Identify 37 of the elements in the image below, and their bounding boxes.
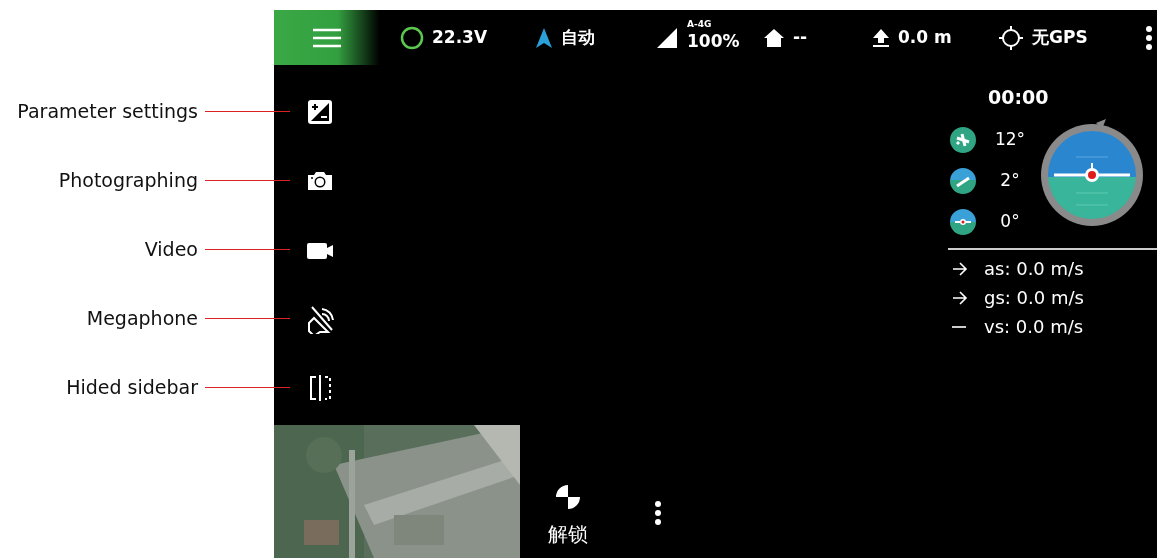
dash-icon	[952, 325, 966, 328]
menu-icon	[313, 27, 341, 48]
annotation-label: Video	[144, 237, 198, 263]
network-type: A-4G	[687, 20, 713, 30]
more-button[interactable]	[654, 500, 662, 526]
timer: 00:00	[988, 85, 1050, 109]
navigation-arrow-icon	[535, 26, 553, 49]
home-icon	[763, 27, 785, 48]
angle-value: 12°	[993, 127, 1027, 151]
upload-icon	[872, 27, 890, 48]
unlock-button[interactable]: 解锁	[542, 482, 594, 550]
annotation-label: Parameter settings	[17, 99, 198, 125]
signal-icon	[655, 26, 679, 49]
annotation-label: Photographing	[58, 168, 198, 194]
signal-strength: 100%	[687, 30, 740, 54]
plane-icon	[950, 126, 976, 153]
annotation-label: Megaphone	[86, 306, 198, 332]
menu-button[interactable]	[274, 10, 380, 65]
annotation-label: Hided sidebar	[66, 375, 198, 401]
crosshair-icon	[998, 24, 1024, 51]
battery-voltage: 22.3V	[432, 25, 488, 49]
more-button[interactable]	[1145, 24, 1153, 51]
arrow-right-icon	[952, 261, 968, 276]
pitch-icon	[950, 167, 976, 194]
battery-ring-icon	[400, 25, 424, 50]
speed-reading: as: 0.0 m/s	[984, 257, 1084, 281]
gps-status: 无GPS	[1032, 25, 1088, 49]
flight-mode: 自动	[561, 25, 595, 49]
angle-value: 2°	[999, 168, 1021, 192]
home-distance: --	[793, 25, 808, 49]
propeller-icon	[554, 483, 582, 511]
speed-reading: gs: 0.0 m/s	[984, 286, 1084, 310]
angle-value: 0°	[999, 209, 1021, 233]
arrow-right-icon	[952, 290, 968, 305]
speed-reading: vs: 0.0 m/s	[984, 315, 1084, 339]
altitude: 0.0 m	[898, 25, 952, 49]
roll-icon	[950, 208, 976, 235]
